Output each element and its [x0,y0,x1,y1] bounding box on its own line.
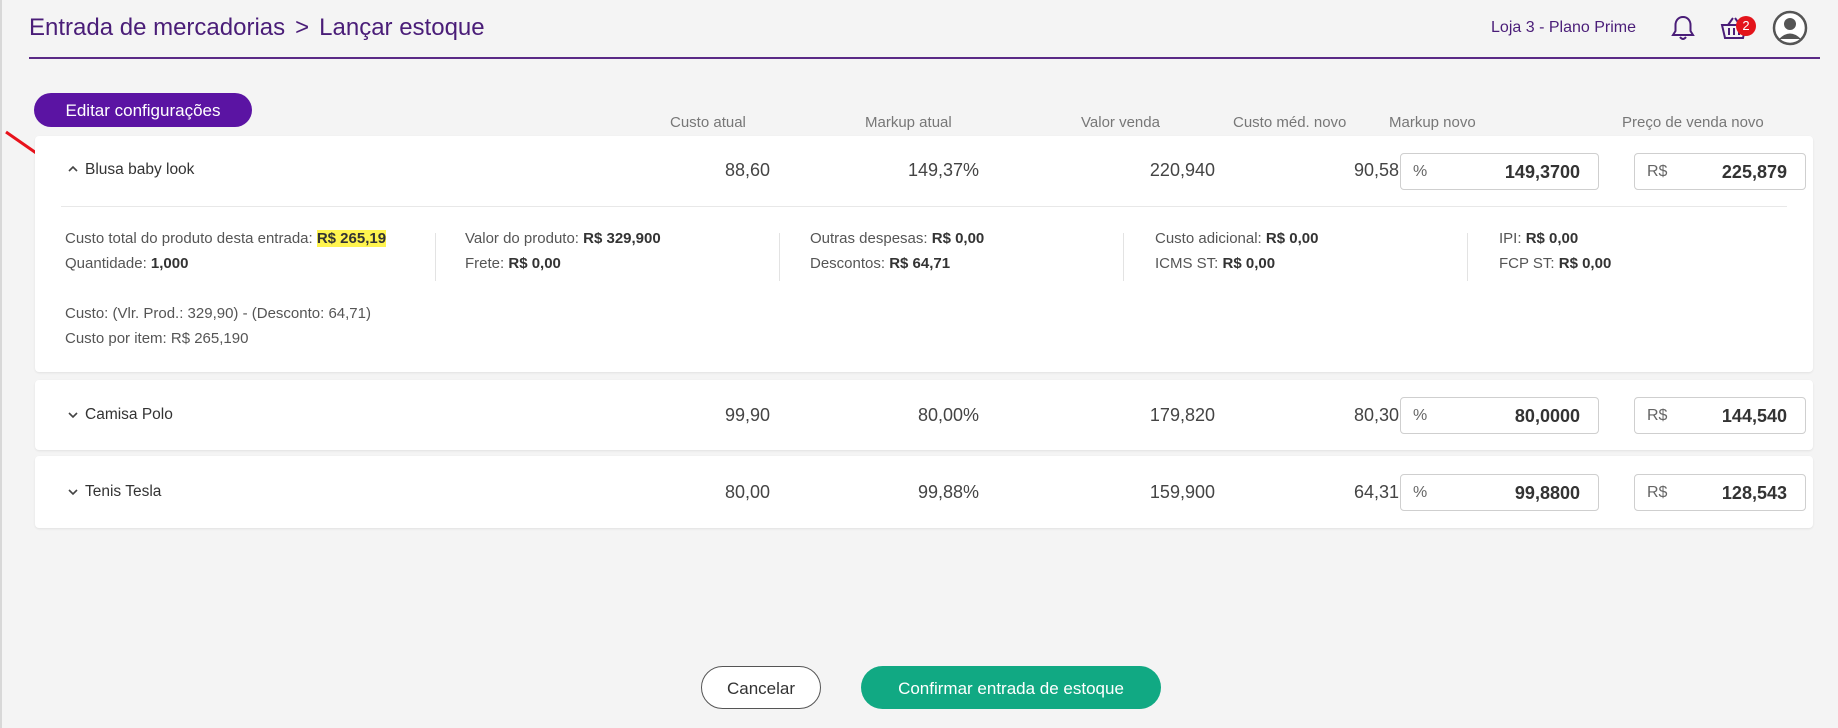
descontos-value: R$ 64,71 [889,255,951,272]
detail-separator [779,233,780,281]
custo-med-novo-value: 64,31 [1353,482,1399,502]
markup-novo-input[interactable]: % 99,8800 [1400,474,1599,511]
markup-atual-value: 149,37% [907,160,979,180]
product-row: Blusa baby look 88,60 149,37% 220,940 90… [35,136,1813,372]
custo-atual-value: 88,60 [724,160,770,180]
page-header: Entrada de mercadorias > Lançar estoque Lo… [29,0,1820,59]
frete-label: Frete: [465,255,505,272]
valor-produto-line: Valor do produto: R$ 329,900 [465,230,661,247]
frete-value: R$ 0,00 [508,255,561,272]
markup-novo-input[interactable]: % 149,3700 [1400,153,1599,190]
percent-prefix: % [1413,163,1428,180]
custo-adicional-line: Custo adicional: R$ 0,00 [1155,230,1318,247]
fcp-st-line: FCP ST: R$ 0,00 [1499,255,1611,272]
notifications-button[interactable] [1665,10,1701,46]
ipi-line: IPI: R$ 0,00 [1499,230,1578,247]
custo-med-novo-value: 80,30 [1353,405,1399,425]
markup-novo-value: 149,3700 [1504,162,1580,182]
ipi-label: IPI: [1499,230,1522,247]
custo-total-line: Custo total do produto desta entrada: R$… [65,230,387,247]
custo-atual-value: 80,00 [724,482,770,502]
user-avatar-icon [1772,10,1808,46]
valor-venda-value: 179,820 [1149,405,1215,425]
fcp-st-label: FCP ST: [1499,255,1555,272]
quantidade-label: Quantidade: [65,255,147,272]
breadcrumb: Entrada de mercadorias > Lançar estoque [29,14,485,42]
outras-despesas-label: Outras despesas: [810,230,928,247]
preco-venda-novo-input[interactable]: R$ 144,540 [1634,397,1806,434]
currency-prefix: R$ [1647,407,1668,424]
markup-atual-value: 99,88% [917,482,979,502]
detail-separator [1123,233,1124,281]
product-row: Tenis Tesla 80,00 99,88% 159,900 64,31 %… [35,456,1813,528]
icms-st-line: ICMS ST: R$ 0,00 [1155,255,1275,272]
cost-per-item: Custo por item: R$ 265,190 [65,330,249,347]
edit-settings-button[interactable]: Editar configurações [34,93,252,127]
quantidade-line: Quantidade: 1,000 [65,255,188,272]
detail-separator [435,233,436,281]
preco-venda-novo-value: 225,879 [1721,162,1787,182]
cart-count-badge: 2 [1736,16,1756,36]
preco-venda-novo-value: 144,540 [1721,406,1787,426]
ipi-value: R$ 0,00 [1525,230,1579,247]
user-menu-button[interactable] [1772,10,1808,46]
currency-prefix: R$ [1647,163,1668,180]
fcp-st-value: R$ 0,00 [1558,255,1612,272]
valor-venda-value: 159,900 [1149,482,1215,502]
custo-adicional-value: R$ 0,00 [1265,230,1319,247]
custo-atual-value: 99,90 [724,405,770,425]
cancel-button[interactable]: Cancelar [701,666,821,709]
column-header-custo-atual: Custo atual [670,114,746,131]
markup-novo-input[interactable]: % 80,0000 [1400,397,1599,434]
markup-atual-value: 80,00% [917,405,979,425]
quantidade-value: 1,000 [150,255,189,272]
preco-venda-novo-value: 128,543 [1721,483,1787,503]
descontos-line: Descontos: R$ 64,71 [810,255,950,272]
detail-separator [1467,233,1468,281]
column-header-valor-venda: Valor venda [1081,114,1160,131]
icms-st-value: R$ 0,00 [1222,255,1276,272]
icms-st-label: ICMS ST: [1155,255,1219,272]
currency-prefix: R$ [1647,484,1668,501]
descontos-label: Descontos: [810,255,886,272]
product-name[interactable]: Tenis Tesla [85,483,161,501]
column-header-preco-venda-novo: Preço de venda novo [1622,114,1764,131]
column-header-markup-atual: Markup atual [865,114,952,131]
confirm-stock-entry-button[interactable]: Confirmar entrada de estoque [861,666,1161,709]
breadcrumb-separator: > [295,14,310,41]
custo-adicional-label: Custo adicional: [1155,230,1262,247]
product-name[interactable]: Blusa baby look [85,161,194,179]
preco-venda-novo-input[interactable]: R$ 128,543 [1634,474,1806,511]
breadcrumb-current: Lançar estoque [319,14,485,41]
preco-venda-novo-input[interactable]: R$ 225,879 [1634,153,1806,190]
chevron-down-icon[interactable] [67,409,79,421]
chevron-down-icon[interactable] [67,486,79,498]
outras-despesas-line: Outras despesas: R$ 0,00 [810,230,984,247]
product-row: Camisa Polo 99,90 80,00% 179,820 80,30 %… [35,380,1813,450]
cost-formula: Custo: (Vlr. Prod.: 329,90) - (Desconto:… [65,305,371,322]
valor-produto-value: R$ 329,900 [583,230,661,247]
cart-button[interactable]: 2 [1716,10,1756,46]
row-divider [61,206,1787,207]
percent-prefix: % [1413,407,1428,424]
custo-total-label: Custo total do produto desta entrada: [65,230,313,247]
breadcrumb-parent[interactable]: Entrada de mercadorias [29,14,285,41]
frete-line: Frete: R$ 0,00 [465,255,561,272]
store-name[interactable]: Loja 3 - Plano Prime [1491,19,1636,37]
outras-despesas-value: R$ 0,00 [931,230,985,247]
markup-novo-value: 80,0000 [1514,406,1580,426]
markup-novo-value: 99,8800 [1514,483,1580,503]
column-header-custo-med-novo: Custo méd. novo [1233,114,1347,131]
column-header-markup-novo: Markup novo [1389,114,1476,131]
percent-prefix: % [1413,484,1428,501]
page-left-border [0,0,2,728]
custo-med-novo-value: 90,58 [1353,160,1399,180]
valor-produto-label: Valor do produto: [465,230,579,247]
custo-total-value: R$ 265,19 [316,230,387,247]
valor-venda-value: 220,940 [1149,160,1215,180]
chevron-up-icon[interactable] [67,163,79,175]
bell-icon [1671,15,1695,40]
product-name[interactable]: Camisa Polo [85,406,173,424]
